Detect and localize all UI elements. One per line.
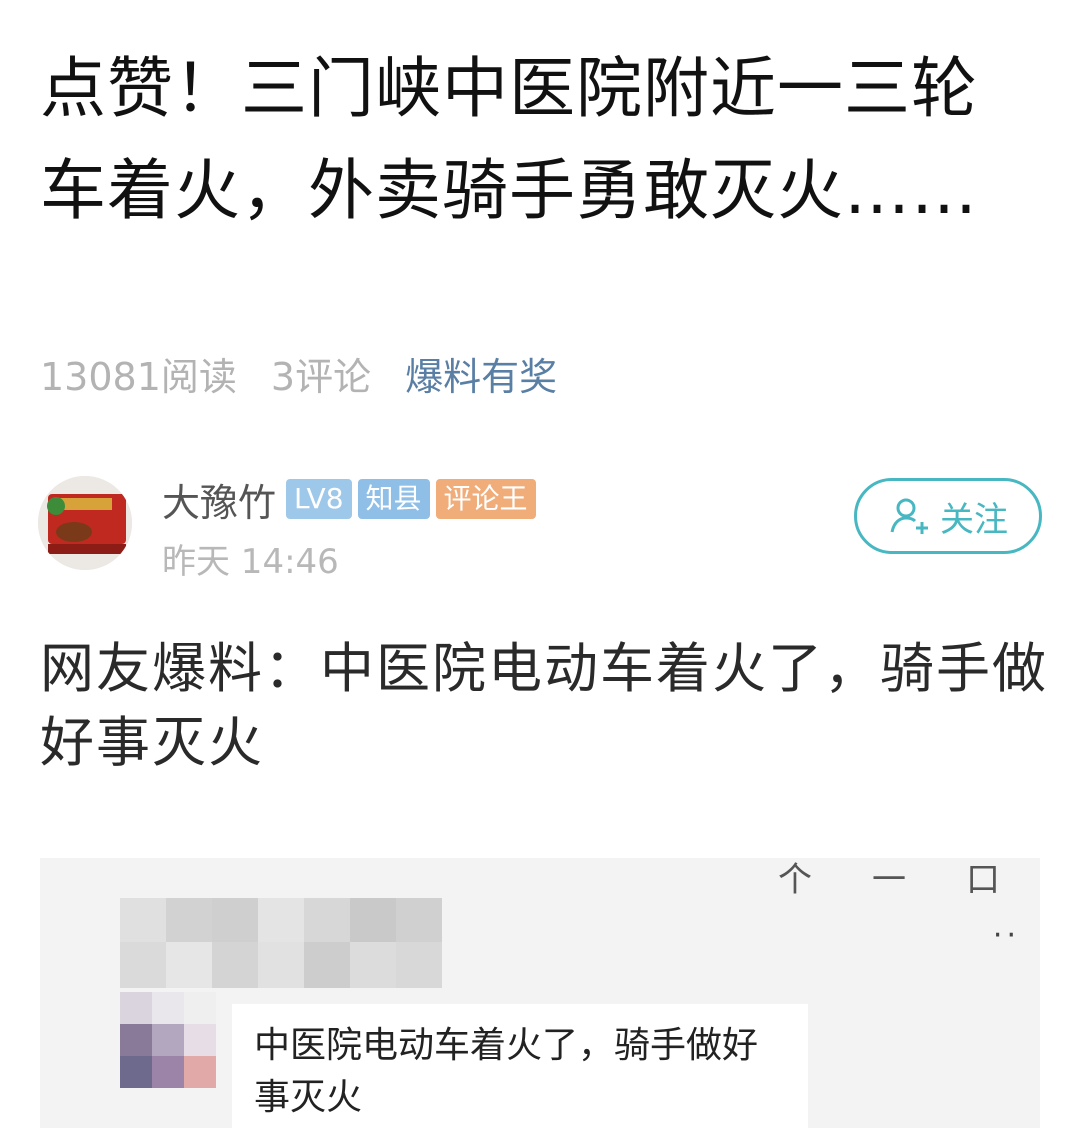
level-badge: LV8 xyxy=(286,479,352,519)
post-text: 网友爆料：中医院电动车着火了，骑手做好事灭火 xyxy=(40,637,1048,774)
pin-control: 个 xyxy=(778,860,812,900)
honor-badge: 评论王 xyxy=(435,479,536,519)
more-dots-icon[interactable]: ·· xyxy=(993,918,1020,953)
article-headline: 点赞！三门峡中医院附近一三轮车着火，外卖骑手勇敢灭火…… xyxy=(40,50,978,229)
article-meta: 13081阅读 3评论 爆料有奖 xyxy=(40,346,591,401)
comment-count[interactable]: 3评论 xyxy=(271,346,371,401)
follow-label: 关注 xyxy=(940,499,1008,540)
message-bubble: 中医院电动车着火了，骑手做好事灭火 xyxy=(232,1004,808,1128)
read-count: 13081阅读 xyxy=(40,354,237,399)
blurred-name xyxy=(120,898,442,944)
author-name-line: 大豫竹 LV8 知县 评论王 xyxy=(162,476,542,525)
author-name[interactable]: 大豫竹 xyxy=(162,472,276,527)
blurred-avatar xyxy=(120,992,216,1088)
tip-link[interactable]: 爆料有奖 xyxy=(405,346,557,401)
avatar[interactable] xyxy=(38,476,132,570)
post-time: 昨天 14:46 xyxy=(162,542,339,582)
maximize-control: 口 xyxy=(966,860,1000,900)
blurred-name-row2 xyxy=(120,942,442,988)
author-row: 大豫竹 LV8 知县 评论王 昨天 14:46 关注 xyxy=(38,474,1042,582)
title-badge: 知县 xyxy=(357,479,430,519)
embedded-screenshot: 个 一 口 ·· 中医院电动车着火了，骑手做好事灭火 xyxy=(40,858,1040,1128)
follow-button[interactable]: 关注 xyxy=(854,478,1042,554)
add-user-icon xyxy=(890,498,928,534)
minimize-control: 一 xyxy=(872,860,906,900)
window-controls: 个 一 口 xyxy=(778,858,1000,901)
